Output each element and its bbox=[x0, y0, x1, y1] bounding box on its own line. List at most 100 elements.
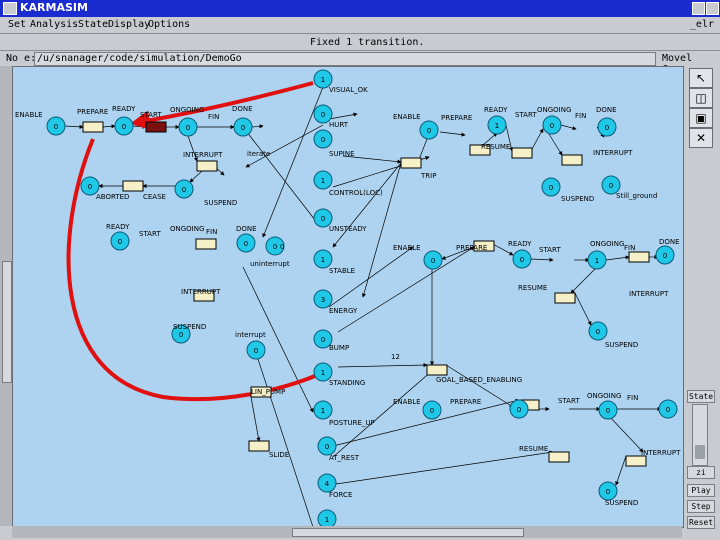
place-node: 0 bbox=[542, 115, 562, 135]
place-node: 0 bbox=[419, 120, 439, 140]
place-token-count: 1 bbox=[495, 122, 499, 130]
place-token-count: 0 bbox=[596, 328, 600, 336]
place-token-count: 1 bbox=[321, 369, 325, 377]
place-node: 1 bbox=[317, 509, 337, 527]
menu-display[interactable]: Display bbox=[108, 19, 150, 30]
net-label: SUSPEND bbox=[561, 195, 594, 203]
vertical-scroll-thumb[interactable] bbox=[2, 261, 12, 383]
net-label: STANDING bbox=[329, 379, 365, 387]
place-node: 0 bbox=[598, 481, 618, 501]
place-node: 1 bbox=[313, 170, 333, 190]
place-token-count: 0 bbox=[663, 252, 667, 260]
transition-node bbox=[548, 451, 570, 463]
place-token-count: 0 bbox=[88, 183, 92, 191]
place-token-count: 1 bbox=[321, 76, 325, 84]
horizontal-scrollbar[interactable] bbox=[12, 526, 682, 538]
place-node: 0 bbox=[658, 399, 678, 419]
menu-set[interactable]: Set bbox=[8, 19, 26, 30]
menu-options[interactable]: Options bbox=[148, 19, 190, 30]
net-label: POSTURE_UP bbox=[329, 419, 375, 427]
net-label: DONE bbox=[232, 105, 253, 113]
title-bar[interactable]: KARMASIM bbox=[0, 0, 720, 17]
pointer-icon[interactable]: ↖ bbox=[689, 68, 713, 88]
place-node: 1 bbox=[313, 249, 333, 269]
speed-slider[interactable] bbox=[692, 404, 708, 466]
net-label: SLIDE bbox=[269, 451, 289, 459]
transition-tool-icon[interactable]: ▣ bbox=[689, 108, 713, 128]
net-label: STABLE bbox=[329, 267, 355, 275]
transition-node bbox=[400, 157, 422, 169]
place-token-count: 0 bbox=[241, 124, 245, 132]
net-label: START bbox=[558, 397, 580, 405]
net-label: ONGOING bbox=[170, 225, 204, 233]
place-node: 0 bbox=[509, 399, 529, 419]
maximize-button[interactable] bbox=[706, 2, 719, 15]
vertical-scrollbar[interactable] bbox=[0, 66, 12, 526]
transition-node bbox=[196, 160, 218, 172]
minimize-button[interactable] bbox=[692, 2, 705, 15]
net-label: GOAL_BASED_ENABLING bbox=[436, 376, 522, 384]
net-label: INTERRUPT bbox=[629, 290, 669, 298]
step-button[interactable]: Step bbox=[687, 500, 715, 513]
net-label: HURT bbox=[329, 121, 349, 129]
net-label: FIN bbox=[206, 228, 217, 236]
arc bbox=[262, 86, 324, 238]
place-token-count: 1 bbox=[325, 516, 329, 524]
place-node: 0 bbox=[313, 129, 333, 149]
window-menu-button[interactable] bbox=[3, 2, 17, 15]
net-label: VISUAL_OK bbox=[329, 86, 368, 94]
arc bbox=[328, 112, 358, 120]
place-token-count: 0 bbox=[54, 123, 58, 131]
place-token-count: 0 bbox=[254, 347, 258, 355]
net-label: START bbox=[139, 230, 161, 238]
arc bbox=[64, 124, 84, 129]
transition-node bbox=[561, 154, 583, 166]
place-token-count: 0 bbox=[118, 238, 122, 246]
path-label: No e: bbox=[6, 53, 37, 64]
petri-net-canvas[interactable]: 0000000000010010130110410100000010000000… bbox=[12, 66, 684, 528]
transition-node bbox=[195, 238, 217, 250]
net-label: SUSPEND bbox=[605, 499, 638, 507]
place-node: 0 bbox=[598, 400, 618, 420]
horizontal-scroll-thumb[interactable] bbox=[292, 528, 524, 537]
net-label: SUSPEND bbox=[173, 323, 206, 331]
net-label: FIN bbox=[575, 112, 586, 120]
net-label: Still_ground bbox=[616, 192, 657, 200]
place-node: 1 bbox=[587, 250, 607, 270]
place-node: 0 bbox=[246, 340, 266, 360]
arc bbox=[570, 266, 598, 294]
net-label: CEASE bbox=[143, 193, 166, 201]
transition-node bbox=[82, 121, 104, 133]
place-token-count: 1 bbox=[321, 407, 325, 415]
net-label: ENABLE bbox=[15, 111, 43, 119]
tool-panel: ↖ ◫ ▣ ✕ State zi Play Step Reset bbox=[684, 66, 720, 540]
place-token-count: 1 bbox=[321, 256, 325, 264]
petri-net-diagram[interactable]: 0 0 0 00 00 0 000100101301104101 0 00 00 0 1000 0 0 00… bbox=[13, 67, 683, 527]
net-label: ABORTED bbox=[96, 193, 129, 201]
state-label: State bbox=[687, 390, 715, 403]
speed-slider-knob[interactable] bbox=[695, 445, 705, 459]
place-tool-icon[interactable]: ◫ bbox=[689, 88, 713, 108]
net-label: SUPINE bbox=[329, 150, 355, 158]
play-button[interactable]: Play bbox=[687, 484, 715, 497]
net-label: ENABLE bbox=[393, 398, 421, 406]
delete-icon[interactable]: ✕ bbox=[689, 128, 713, 148]
path-field[interactable]: /u/snanager/code/simulation/DemoGo bbox=[34, 52, 656, 66]
arc bbox=[332, 162, 402, 248]
net-label: START bbox=[140, 111, 162, 119]
reset-button[interactable]: Reset bbox=[687, 516, 715, 529]
arc bbox=[337, 362, 428, 368]
net-label: RESUME bbox=[518, 284, 547, 292]
path-row: No e: /u/snanager/code/simulation/DemoGo… bbox=[0, 51, 720, 86]
menu-state[interactable]: State bbox=[78, 19, 108, 30]
net-label: SUSPEND bbox=[605, 341, 638, 349]
arcs-layer bbox=[64, 86, 662, 527]
transition-node bbox=[625, 455, 647, 467]
net-label: SUSPEND bbox=[204, 199, 237, 207]
places-layer: 0 0 0 0 0 0 0 0 0 0 0 1 0 0 1 0 1 3 0 1 1 0 4 1 0 1 0 0 0 0 0 0 1 0 0 0 0 0 0 0 bbox=[46, 69, 678, 527]
net-label: RESUME bbox=[481, 143, 510, 151]
arc bbox=[608, 415, 644, 453]
menu-analysis[interactable]: Analysis bbox=[30, 19, 78, 30]
net-label: FIN bbox=[208, 113, 219, 121]
place-token-count: 0 bbox=[520, 256, 524, 264]
